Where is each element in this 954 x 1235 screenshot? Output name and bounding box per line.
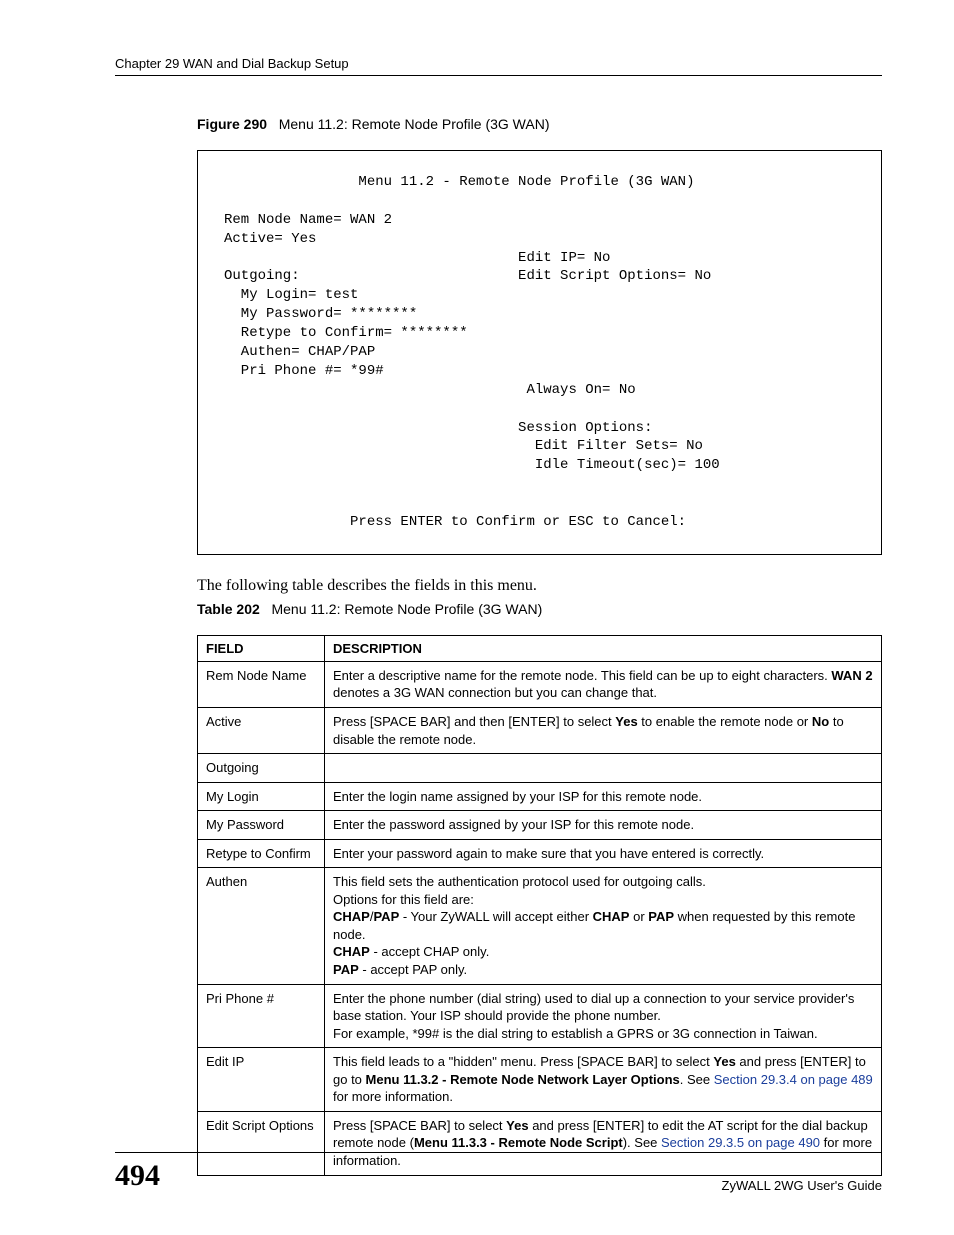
description-cell: This field sets the authentication proto… xyxy=(325,868,882,984)
terminal-screenshot: Menu 11.2 - Remote Node Profile (3G WAN)… xyxy=(197,150,882,555)
table-caption: Table 202 Menu 11.2: Remote Node Profile… xyxy=(197,601,882,617)
description-cell: Enter the login name assigned by your IS… xyxy=(325,782,882,811)
table-label: Table 202 xyxy=(197,601,260,617)
footer-rule xyxy=(115,1152,882,1153)
description-cell: This field leads to a "hidden" menu. Pre… xyxy=(325,1048,882,1112)
table-title: Menu 11.2: Remote Node Profile (3G WAN) xyxy=(271,601,542,617)
table-row: ActivePress [SPACE BAR] and then [ENTER]… xyxy=(198,708,882,754)
intro-paragraph: The following table describes the fields… xyxy=(197,577,882,595)
header-rule xyxy=(115,75,882,76)
table-row: Outgoing xyxy=(198,754,882,783)
description-cell: Enter the phone number (dial string) use… xyxy=(325,984,882,1048)
description-cell: Enter a descriptive name for the remote … xyxy=(325,661,882,707)
figure-title: Menu 11.2: Remote Node Profile (3G WAN) xyxy=(279,116,550,132)
figure-label: Figure 290 xyxy=(197,116,267,132)
field-cell: Rem Node Name xyxy=(198,661,325,707)
page-number: 494 xyxy=(115,1159,160,1193)
field-cell: Active xyxy=(198,708,325,754)
table-row: Pri Phone #Enter the phone number (dial … xyxy=(198,984,882,1048)
table-row: Edit IPThis field leads to a "hidden" me… xyxy=(198,1048,882,1112)
table-row: AuthenThis field sets the authentication… xyxy=(198,868,882,984)
running-head: Chapter 29 WAN and Dial Backup Setup xyxy=(115,56,882,71)
field-cell: Pri Phone # xyxy=(198,984,325,1048)
field-table: FIELD DESCRIPTION Rem Node NameEnter a d… xyxy=(197,635,882,1176)
page-footer: 494 ZyWALL 2WG User's Guide xyxy=(115,1152,882,1193)
table-row: Retype to ConfirmEnter your password aga… xyxy=(198,839,882,868)
description-cell: Press [SPACE BAR] and then [ENTER] to se… xyxy=(325,708,882,754)
field-cell: Edit IP xyxy=(198,1048,325,1112)
description-cell xyxy=(325,754,882,783)
column-field-header: FIELD xyxy=(198,635,325,661)
field-cell: Outgoing xyxy=(198,754,325,783)
field-cell: My Login xyxy=(198,782,325,811)
field-table-body: Rem Node NameEnter a descriptive name fo… xyxy=(198,661,882,1175)
field-cell: Retype to Confirm xyxy=(198,839,325,868)
guide-title: ZyWALL 2WG User's Guide xyxy=(722,1178,882,1193)
table-row: My LoginEnter the login name assigned by… xyxy=(198,782,882,811)
field-cell: My Password xyxy=(198,811,325,840)
field-cell: Authen xyxy=(198,868,325,984)
description-cell: Enter the password assigned by your ISP … xyxy=(325,811,882,840)
column-description-header: DESCRIPTION xyxy=(325,635,882,661)
description-cell: Enter your password again to make sure t… xyxy=(325,839,882,868)
figure-caption: Figure 290 Menu 11.2: Remote Node Profil… xyxy=(197,116,882,132)
table-row: My PasswordEnter the password assigned b… xyxy=(198,811,882,840)
table-row: Rem Node NameEnter a descriptive name fo… xyxy=(198,661,882,707)
